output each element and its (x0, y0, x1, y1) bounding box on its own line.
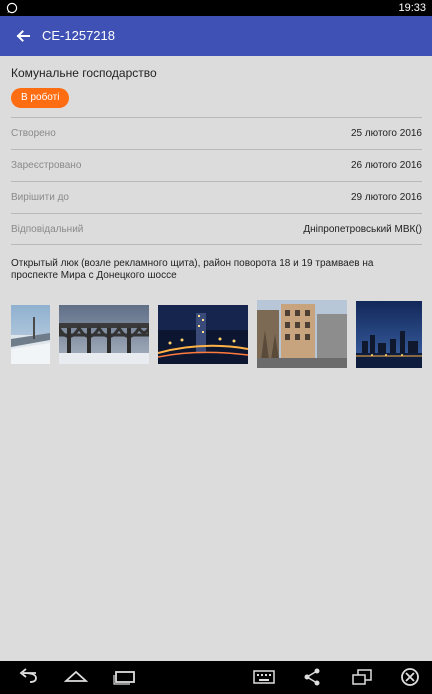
photo-bridge-winter[interactable] (59, 305, 149, 364)
field-value: 26 лютого 2016 (350, 160, 422, 171)
status-time: 19:33 (398, 2, 426, 14)
photo-riverbank-winter[interactable] (11, 305, 50, 364)
share-icon[interactable] (300, 667, 324, 687)
photo-gallery (0, 300, 432, 370)
app-bar: CE-1257218 (0, 16, 432, 56)
field-created: Створено 25 лютого 2016 (11, 117, 422, 149)
arrow-back-icon[interactable] (14, 27, 32, 45)
field-due-date: Вирішити до 29 лютого 2016 (11, 181, 422, 213)
navigation-bar (0, 661, 432, 694)
field-registered: Зареєстровано 26 лютого 2016 (11, 149, 422, 181)
status-badge: В роботі (11, 88, 70, 108)
recent-apps-icon[interactable] (112, 667, 136, 687)
field-label: Зареєстровано (11, 160, 82, 171)
field-value: 25 лютого 2016 (350, 128, 422, 139)
keyboard-icon[interactable] (252, 667, 276, 687)
photo-city-night[interactable] (158, 305, 248, 364)
window-icon[interactable] (350, 667, 374, 687)
issue-category: Комунальне господарство (11, 66, 157, 80)
page-title: CE-1257218 (42, 28, 115, 43)
field-label: Створено (11, 128, 56, 139)
photo-city-skyline-dusk[interactable] (356, 301, 422, 368)
field-value: Дніпропетровський МВК() (303, 224, 422, 235)
issue-description: Открытый люк (возле рекламного щита), ра… (11, 258, 374, 281)
field-label: Вирішити до (11, 192, 69, 203)
home-icon[interactable] (64, 667, 88, 687)
field-value: 29 лютого 2016 (350, 192, 422, 203)
back-icon[interactable] (16, 667, 40, 687)
field-label: Відповідальний (11, 224, 84, 235)
close-icon[interactable] (398, 667, 422, 687)
field-responsible: Відповідальний Дніпропетровський МВК() (11, 213, 422, 245)
photo-street-buildings[interactable] (257, 300, 347, 368)
whatsapp-icon (6, 2, 18, 14)
issue-details: Комунальне господарство В роботі Створен… (0, 56, 432, 661)
status-bar: 19:33 (0, 0, 432, 16)
